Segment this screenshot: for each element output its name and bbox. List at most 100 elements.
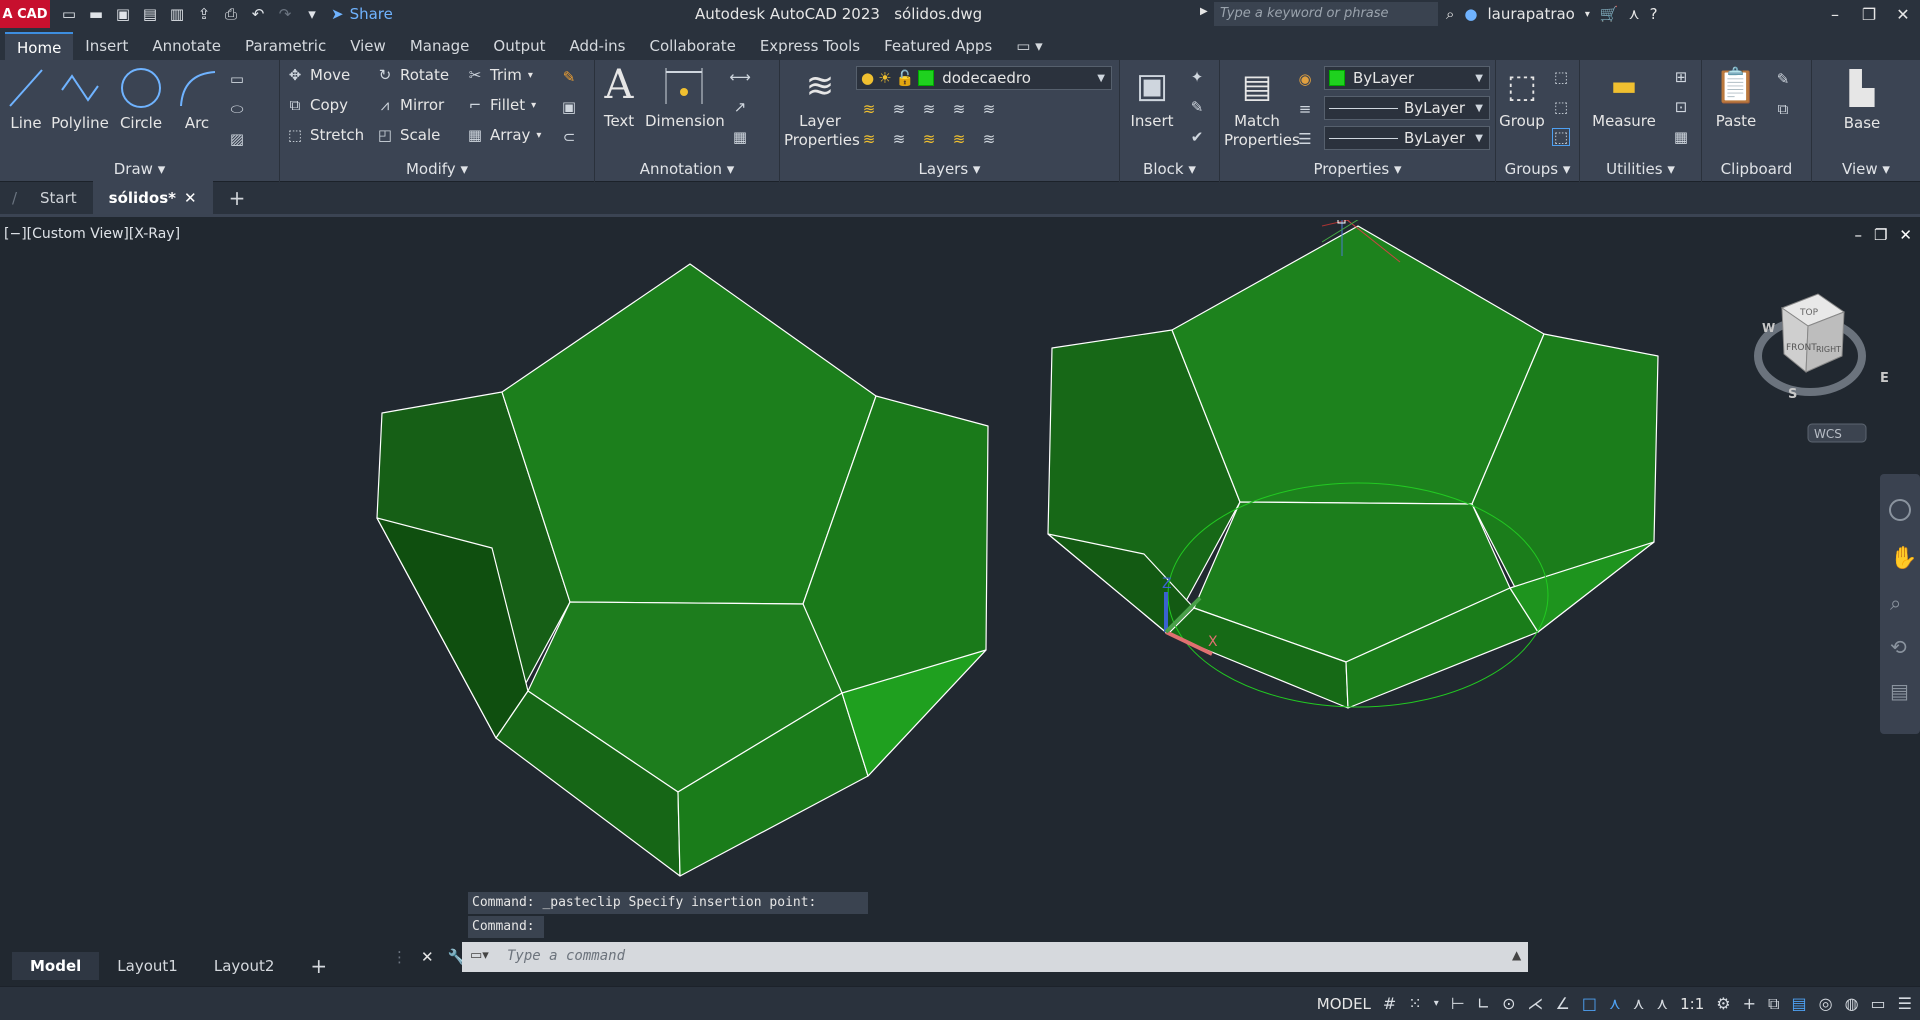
model-space-toggle[interactable]: MODEL [1317,995,1371,1013]
open-folder-icon[interactable]: ▬ [87,5,105,23]
layer-tool-icon[interactable]: ≋ [980,100,998,118]
open-web-icon[interactable]: ▥ [168,5,186,23]
auto-scale-icon[interactable]: ⋏ [1633,994,1645,1013]
cut-icon[interactable]: ✎ [1774,70,1792,88]
search-input[interactable]: Type a keyword or phrase [1214,2,1438,26]
layer-tool-icon[interactable]: ≋ [920,100,938,118]
save-as-icon[interactable]: ▤ [141,5,159,23]
tab-featured-apps[interactable]: Featured Apps [872,32,1004,60]
rotate-button[interactable]: ↻ Rotate [376,66,449,84]
polyline-button[interactable]: Polyline [50,66,110,132]
command-input[interactable]: Type a command [462,942,1528,972]
tab-addins[interactable]: Add-ins [558,32,638,60]
ungroup-icon[interactable]: ⬚ [1552,68,1570,86]
trim-button[interactable]: ✂ Trim ▾ [466,66,533,84]
share-button[interactable]: ➤ Share [331,5,393,23]
osnap-icon[interactable]: □ [1582,994,1597,1013]
fillet-button[interactable]: ⌐ Fillet ▾ [466,96,536,114]
tab-solidos[interactable]: sólidos* ✕ [92,180,213,216]
viewcube-front-label[interactable]: FRONT [1786,343,1817,353]
linetype-icon[interactable]: ☰ [1296,130,1314,148]
minimize-icon[interactable]: – [1818,5,1852,24]
grid-icon[interactable]: # [1383,994,1396,1013]
isolate-icon[interactable]: ◍ [1845,994,1859,1013]
line-button[interactable]: Line [6,66,46,132]
select-all-icon[interactable]: ⊡ [1672,98,1690,116]
tab-annotate[interactable]: Annotate [140,32,233,60]
annotation-panel-title[interactable]: Annotation ▾ [595,160,779,182]
command-history-toggle-icon[interactable]: ▲ [1512,948,1521,962]
leader-icon[interactable]: ↗ [731,98,749,116]
wcs-menu[interactable]: WCS [1814,427,1842,441]
clean-screen-icon[interactable]: ▭ [1871,994,1886,1013]
new-tab-icon[interactable]: + [213,181,262,216]
ellipse-icon[interactable]: ⬭ [228,100,246,118]
save-web-icon[interactable]: ⇪ [195,5,213,23]
new-file-icon[interactable]: ▭ [60,5,78,23]
layer-tool-icon[interactable]: ≋ [950,100,968,118]
group-button[interactable]: ⬚ Group [1498,64,1546,130]
quick-select-icon[interactable]: ⊞ [1672,68,1690,86]
restore-icon[interactable]: ❐ [1852,5,1886,24]
explode-icon[interactable]: ▣ [560,98,578,116]
isodraft-icon[interactable]: ⋌ [1528,994,1544,1013]
erase-icon[interactable]: ✎ [560,68,578,86]
hatch-icon[interactable]: ▨ [228,130,246,148]
stretch-button[interactable]: ⬚ Stretch [286,126,364,144]
compass-e-label[interactable]: E [1880,371,1889,386]
autodesk-icon[interactable]: ⋏ [1629,5,1640,23]
customize-menu-icon[interactable]: ☰ [1898,994,1912,1013]
copy-button[interactable]: ⧉ Copy [286,96,348,114]
expand-arrow-icon[interactable]: ▶ [1200,6,1208,17]
zoom-icon[interactable]: ⌕ [1890,591,1901,615]
properties-panel-title[interactable]: Properties ▾ [1220,160,1495,182]
gear-icon[interactable]: ⚙ [1716,994,1730,1013]
layer-tool-icon[interactable]: ≋ [890,130,908,148]
offset-icon[interactable]: ⊂ [560,128,578,146]
group-edit-icon[interactable]: ⬚ [1552,98,1570,116]
units-icon[interactable]: ⧉ [1768,994,1779,1014]
paste-button[interactable]: 📋 Paste [1708,64,1764,130]
linear-dim-icon[interactable]: ⟷ [729,68,751,86]
search-icon[interactable]: ⌕ [1446,5,1454,23]
plus-icon[interactable]: + [1743,994,1756,1013]
linetype-dropdown[interactable]: ByLayer ▼ [1324,96,1490,120]
cart-icon[interactable]: 🛒 [1600,5,1619,23]
dimension-button[interactable]: Dimension [645,66,725,130]
object-track-icon[interactable]: ∠ [1556,994,1570,1013]
measure-button[interactable]: ▬ Measure [1584,64,1664,130]
tab-home[interactable]: Home [5,32,74,60]
snap-icon[interactable]: ⁙ [1408,994,1421,1013]
lineweight-icon[interactable]: ≡ [1296,100,1314,118]
dropdown-icon[interactable]: ▾ [1434,998,1439,1009]
base-button[interactable]: ▙ Base [1832,66,1892,132]
layers-panel-title[interactable]: Layers ▾ [780,160,1119,182]
polar-icon[interactable]: ⊙ [1502,994,1515,1013]
layer-tool-icon[interactable]: ≋ [860,100,878,118]
arc-button[interactable]: Arc [172,66,222,132]
layer-tool-icon[interactable]: ≋ [860,130,878,148]
tab-view[interactable]: View [338,32,398,60]
annotation-visibility-icon[interactable]: ⋏ [1609,994,1621,1013]
redo-icon[interactable]: ↷ [276,5,294,23]
groups-panel-title[interactable]: Groups ▾ [1496,160,1579,182]
move-button[interactable]: ✥ Move [286,66,351,84]
scale-dropdown[interactable]: 1:1 [1680,995,1704,1013]
layer-properties-button[interactable]: ≋ Layer Properties [784,64,860,150]
layer-tool-icon[interactable]: ≋ [980,130,998,148]
infer-icon[interactable]: ⊢ [1451,994,1465,1013]
create-block-icon[interactable]: ✦ [1188,68,1206,86]
layer-tool-icon[interactable]: ≋ [920,130,938,148]
annotation-scale-icon[interactable]: ⋏ [1656,994,1668,1013]
tab-collaborate[interactable]: Collaborate [637,32,747,60]
viewcube-top-label[interactable]: TOP [1799,308,1819,318]
tab-layout2[interactable]: Layout2 [196,952,293,980]
tab-express-tools[interactable]: Express Tools [748,32,872,60]
viewcube[interactable]: TOP FRONT RIGHT W S E WCS [1754,293,1889,443]
layer-dropdown[interactable]: ● ☀ 🔓 dodecaedro ▼ [856,66,1112,90]
undo-icon[interactable]: ↶ [249,5,267,23]
draw-panel-title[interactable]: Draw ▾ [0,160,279,182]
color-dropdown[interactable]: ByLayer ▼ [1324,66,1490,90]
viewcube-right-label[interactable]: RIGHT [1816,345,1841,354]
save-icon[interactable]: ▣ [114,5,132,23]
